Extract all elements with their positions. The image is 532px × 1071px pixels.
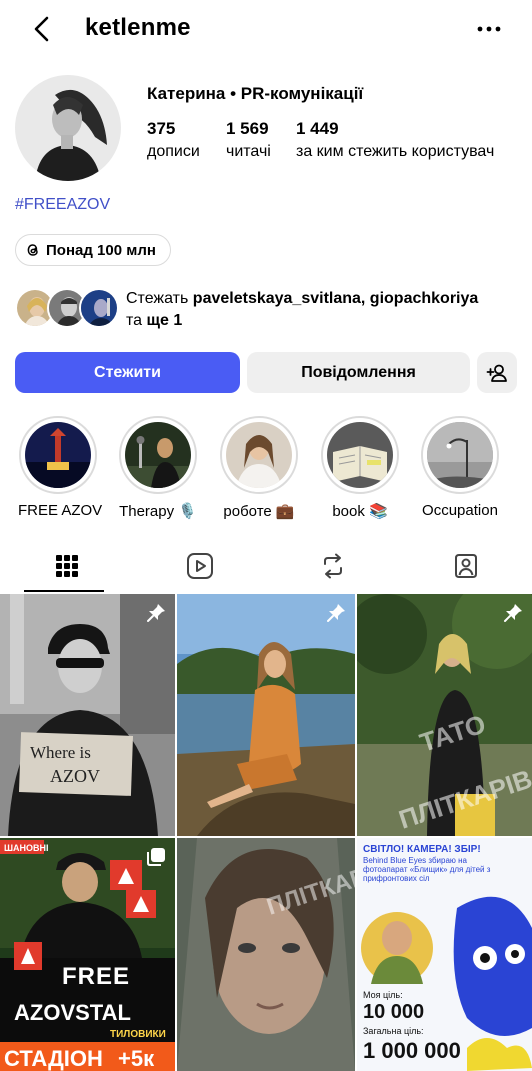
back-arrow-icon[interactable]	[28, 14, 58, 44]
pin-icon	[504, 604, 522, 622]
highlight-label: FREE AZOV	[18, 502, 103, 519]
post-text: FREE	[62, 963, 130, 990]
highlight-label: Therapy 🎙️	[119, 503, 197, 520]
tab-tagged[interactable]	[399, 540, 532, 592]
stat-posts[interactable]: 375 дописи	[147, 119, 200, 161]
suggest-users-button[interactable]	[477, 352, 517, 393]
mutual-followers-text[interactable]: Стежать paveletskaya_svitlana, giopachko…	[126, 288, 526, 332]
post-text: СТАДІОН	[4, 1046, 103, 1071]
post-text: Загальна ціль:	[363, 1026, 424, 1036]
stat-following[interactable]: 1 449 за ким стежить користувач	[296, 119, 494, 161]
stat-posts-value: 375	[147, 119, 176, 138]
bio-hashtag-link[interactable]: #FREEAZOV	[15, 196, 110, 214]
post-thumbnail[interactable]: Where is AZOV	[0, 594, 175, 836]
profile-tabs	[0, 540, 532, 592]
highlight-occupation[interactable]: Occupation	[420, 416, 500, 519]
more-options-icon[interactable]	[476, 18, 502, 40]
post-text: ТИЛОВИКИ	[110, 1029, 166, 1040]
post-subtitle-text: Behind Blue Eyes збираю на фотоапарат «Б…	[363, 856, 491, 883]
add-person-icon	[486, 364, 507, 382]
tab-posts-grid[interactable]	[0, 540, 133, 592]
posts-grid: Where is AZOV ТАТО ПЛІТКАРІВ ШАНОВНІ FRE…	[0, 594, 532, 1071]
tagged-icon	[454, 554, 477, 578]
post-header-text: ШАНОВНІ	[4, 843, 49, 853]
profile-full-name: Катерина • PR-комунікації	[147, 84, 364, 103]
stat-posts-label: дописи	[147, 143, 200, 160]
mutual-joiner: та	[126, 312, 143, 329]
repost-icon	[323, 553, 342, 579]
message-button[interactable]: Повідомлення	[247, 352, 470, 393]
post-thumbnail[interactable]	[177, 594, 355, 836]
tab-reposts[interactable]	[266, 540, 399, 592]
follow-button[interactable]: Стежити	[15, 352, 240, 393]
stat-followers-value: 1 569	[226, 119, 269, 138]
post-thumbnail[interactable]: ТАТО ПЛІТКАРІВ	[357, 594, 532, 836]
post-text: Моя ціль:	[363, 990, 403, 1000]
multi-photo-icon	[147, 848, 165, 866]
threads-badge[interactable]: Понад 100 млн	[15, 234, 171, 266]
highlight-therapy[interactable]: Therapy 🎙️	[118, 416, 198, 520]
active-tab-indicator	[24, 590, 104, 592]
post-thumbnail[interactable]: ШАНОВНІ FREE AZOVSTAL ТИЛОВИКИ СТАДІОН +…	[0, 838, 175, 1071]
highlight-label: book 📚	[332, 503, 388, 520]
stat-following-value: 1 449	[296, 119, 339, 138]
highlight-free-azov[interactable]: FREE AZOV	[18, 416, 103, 519]
highlight-book[interactable]: book 📚	[320, 416, 400, 520]
highlight-work[interactable]: роботе 💼	[219, 416, 299, 520]
highlight-label: Occupation	[422, 502, 498, 519]
threads-badge-label: Понад 100 млн	[46, 241, 156, 259]
threads-icon	[27, 244, 38, 256]
stat-followers[interactable]: 1 569 читачі	[226, 119, 271, 161]
highlight-label: роботе 💼	[223, 503, 295, 520]
reels-icon	[186, 553, 213, 579]
post-text: 10 000	[363, 1001, 424, 1023]
post-title-text: СВІТЛО! КАМЕРА! ЗБІР!	[363, 844, 481, 855]
post-thumbnail[interactable]: ПЛІТКАРІВ	[177, 838, 355, 1071]
profile-username: ketlenme	[85, 14, 191, 41]
mutual-followers-avatars[interactable]	[15, 288, 125, 332]
profile-avatar[interactable]	[15, 75, 121, 181]
sign-text: Where is	[30, 743, 91, 762]
stat-followers-label: читачі	[226, 143, 271, 160]
tab-reels[interactable]	[133, 540, 266, 592]
top-bar: ketlenme	[0, 0, 532, 60]
post-text: 1 000 000	[363, 1038, 461, 1063]
sign-text: AZOV	[50, 766, 100, 786]
mutual-names: paveletskaya_svitlana, giopachkoriya	[192, 290, 479, 307]
mutual-more: ще 1	[146, 312, 183, 329]
stat-following-label: за ким стежить користувач	[296, 143, 495, 160]
mutual-prefix: Стежать	[126, 290, 189, 307]
post-text: AZOVSTAL	[14, 1000, 131, 1025]
grid-icon	[55, 555, 78, 577]
post-thumbnail[interactable]: СВІТЛО! КАМЕРА! ЗБІР! Behind Blue Eyes з…	[357, 838, 532, 1071]
mutual-avatar	[79, 288, 119, 328]
post-text: +5к	[118, 1046, 155, 1071]
pin-icon	[327, 604, 345, 622]
pin-icon	[147, 604, 165, 622]
